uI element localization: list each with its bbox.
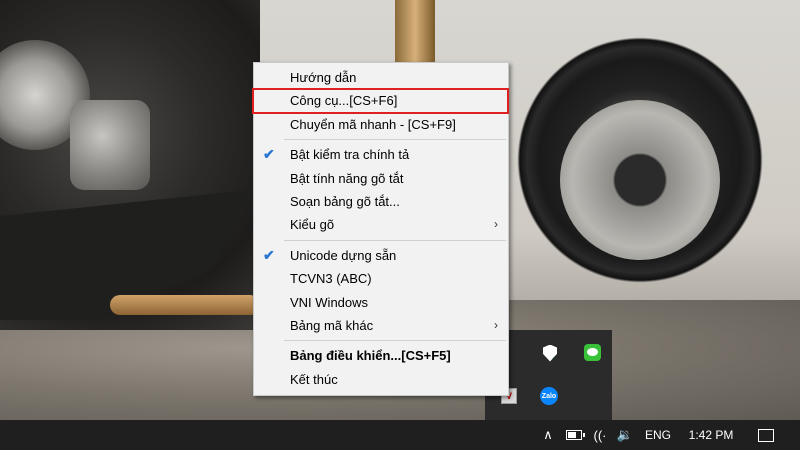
check-icon: ✔ bbox=[263, 246, 275, 263]
menu-item-bang-ma-khac[interactable]: Bảng mã khác › bbox=[254, 314, 508, 337]
engine-block bbox=[70, 100, 150, 190]
volume-icon[interactable]: 🔉 bbox=[614, 420, 636, 450]
menu-item-kieu-go[interactable]: Kiểu gõ › bbox=[254, 213, 508, 236]
show-hidden-icons-button[interactable]: ∧ bbox=[538, 420, 558, 450]
front-fork bbox=[395, 0, 435, 70]
brake-disc bbox=[560, 100, 720, 260]
menu-item-go-tat[interactable]: Bật tính năng gõ tắt bbox=[254, 167, 508, 190]
menu-item-ket-thuc[interactable]: Kết thúc bbox=[254, 368, 508, 391]
menu-item-chuyen-ma-nhanh[interactable]: Chuyển mã nhanh - [CS+F9] bbox=[254, 113, 508, 136]
menu-item-vni-windows[interactable]: VNI Windows bbox=[254, 291, 508, 314]
taskbar: ∧ ((· 🔉 ENG 1:42 PM bbox=[0, 420, 800, 450]
input-language-indicator[interactable]: ENG bbox=[640, 420, 676, 450]
windows-security-icon[interactable] bbox=[540, 343, 560, 363]
line-app-icon[interactable] bbox=[582, 342, 602, 362]
menu-separator bbox=[284, 239, 506, 241]
menu-item-bang-dieu-khien[interactable]: Bảng điều khiển...[CS+F5] bbox=[254, 344, 508, 367]
unikey-context-menu: Hướng dẫn Công cụ...[CS+F6] Chuyển mã nh… bbox=[253, 62, 509, 396]
chevron-right-icon: › bbox=[494, 217, 498, 232]
menu-item-tcvn3[interactable]: TCVN3 (ABC) bbox=[254, 267, 508, 290]
notification-center-icon[interactable] bbox=[752, 420, 780, 450]
menu-item-soan-bang-go-tat[interactable]: Soạn bảng gõ tắt... bbox=[254, 190, 508, 213]
clock[interactable]: 1:42 PM bbox=[680, 420, 742, 450]
menu-item-cong-cu[interactable]: Công cụ...[CS+F6] bbox=[254, 89, 508, 112]
zalo-icon[interactable]: Zalo bbox=[539, 386, 559, 406]
menu-item-kiem-tra-chinh-ta[interactable]: ✔ Bật kiểm tra chính tả bbox=[254, 143, 508, 166]
wifi-icon[interactable]: ((· bbox=[590, 420, 610, 450]
battery-icon[interactable] bbox=[563, 420, 585, 450]
menu-item-huong-dan[interactable]: Hướng dẫn bbox=[254, 66, 508, 89]
chevron-right-icon: › bbox=[494, 317, 498, 332]
menu-separator bbox=[284, 340, 506, 342]
menu-separator bbox=[284, 139, 506, 141]
menu-item-unicode-dung-san[interactable]: ✔ Unicode dựng sẵn bbox=[254, 244, 508, 267]
exhaust-pipe bbox=[110, 295, 260, 315]
check-icon: ✔ bbox=[263, 146, 275, 163]
